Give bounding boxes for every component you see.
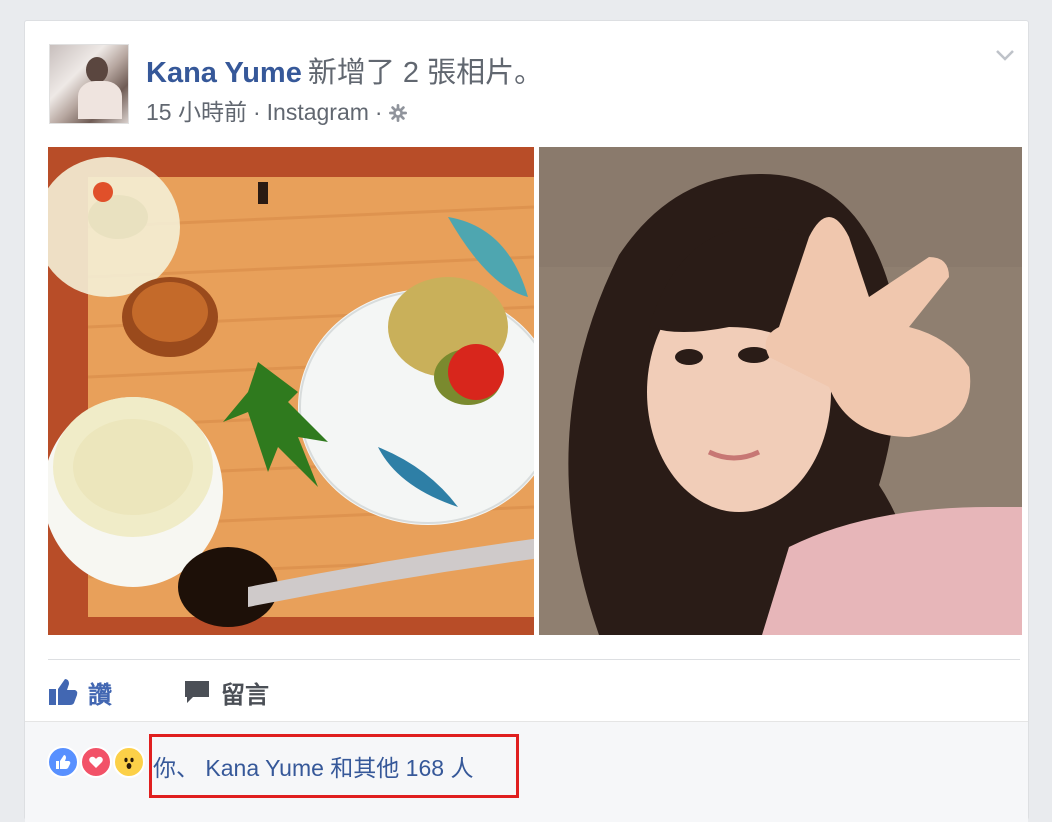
thumbs-up-icon <box>49 679 78 705</box>
post-header: Kana Yume 新增了 2 張相片。 <box>146 49 543 91</box>
meta-separator: · <box>374 99 383 125</box>
author-avatar[interactable] <box>49 44 129 124</box>
avatar-head <box>86 57 108 83</box>
post-card: Kana Yume 新增了 2 張相片。 15 小時前 · Instagram · <box>24 20 1029 822</box>
gear-icon[interactable] <box>388 104 407 122</box>
post-meta: 15 小時前 · Instagram · <box>146 93 407 127</box>
love-reaction-icon[interactable] <box>80 746 112 778</box>
selfie-illustration <box>539 147 1022 635</box>
highlight-annotation <box>149 734 519 798</box>
avatar-body <box>78 81 122 119</box>
chevron-down-icon[interactable] <box>994 47 1016 63</box>
food-tray-illustration <box>48 147 534 635</box>
action-divider <box>48 659 1020 660</box>
meta-separator: · <box>252 99 261 125</box>
wow-reaction-icon[interactable] <box>113 746 145 778</box>
comment-button[interactable]: 留言 <box>183 675 269 709</box>
comment-label: 留言 <box>221 681 269 709</box>
comment-bubble-icon <box>185 681 209 703</box>
reactions-bar: 你、 Kana Yume 和其他 168 人 <box>25 721 1028 822</box>
post-action-text: 新增了 2 張相片。 <box>307 57 544 89</box>
like-reaction-icon[interactable] <box>47 746 79 778</box>
like-label: 讚 <box>88 681 112 709</box>
photo-grid <box>48 147 1022 635</box>
photo-selfie[interactable] <box>539 147 1022 635</box>
like-button[interactable]: 讚 <box>48 675 112 709</box>
post-timestamp[interactable]: 15 小時前 <box>146 99 247 125</box>
photo-food-tray[interactable] <box>48 147 534 635</box>
post-source-link[interactable]: Instagram <box>267 99 369 125</box>
author-name-link[interactable]: Kana Yume <box>146 57 302 89</box>
